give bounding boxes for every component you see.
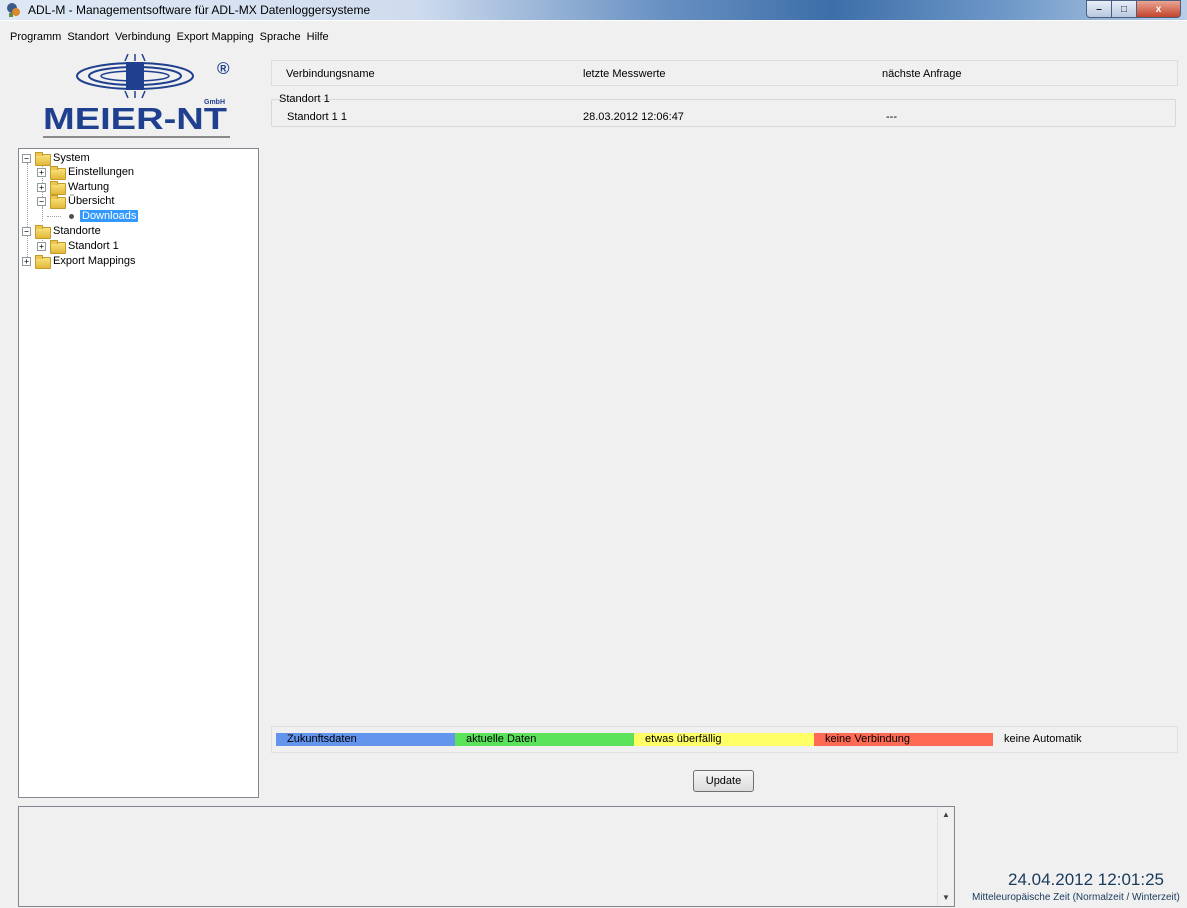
legend-future-data: Zukunftsdaten: [276, 733, 455, 746]
folder-icon: [35, 225, 51, 239]
expand-icon[interactable]: +: [22, 256, 31, 266]
expand-icon[interactable]: +: [37, 182, 46, 192]
menu-export-mapping[interactable]: Export Mapping: [175, 32, 256, 44]
cell-next-request: ---: [886, 111, 897, 123]
status-legend: Zukunftsdaten aktuelle Daten etwas überf…: [271, 726, 1178, 753]
column-header-name[interactable]: Verbindungsname: [286, 68, 375, 80]
menu-sprache[interactable]: Sprache: [258, 32, 303, 44]
column-header-next-request[interactable]: nächste Anfrage: [882, 68, 962, 80]
expand-icon[interactable]: +: [37, 241, 46, 251]
menu-bar: Programm Standort Verbindung Export Mapp…: [0, 20, 1187, 44]
tree-item-uebersicht[interactable]: − Übersicht: [37, 194, 115, 209]
tree-label: Standort 1: [68, 240, 119, 252]
folder-icon: [50, 166, 66, 180]
menu-standort[interactable]: Standort: [65, 32, 111, 44]
legend-no-connection: keine Verbindung: [814, 733, 993, 746]
registered-mark: ®: [217, 59, 230, 78]
update-button[interactable]: Update: [693, 770, 754, 792]
table-row[interactable]: Standort 1 1 28.03.2012 12:06:47 ---: [272, 106, 1175, 126]
folder-icon: [50, 195, 66, 209]
tree-item-wartung[interactable]: + Wartung: [37, 180, 110, 195]
legend-current-data: aktuelle Daten: [455, 733, 634, 746]
menu-hilfe[interactable]: Hilfe: [305, 32, 331, 44]
table-header: Verbindungsname letzte Messwerte nächste…: [271, 60, 1178, 86]
tree-item-system[interactable]: − System: [22, 151, 90, 166]
tree-item-einstellungen[interactable]: + Einstellungen: [37, 165, 135, 180]
log-textarea[interactable]: ▲ ▼: [18, 806, 955, 907]
legend-no-automatic: keine Automatik: [1004, 733, 1082, 745]
tree-item-export-mappings[interactable]: + Export Mappings: [22, 254, 136, 269]
collapse-icon[interactable]: −: [22, 153, 31, 163]
folder-icon: [50, 181, 66, 195]
tree-label: System: [53, 152, 90, 164]
title-bar: ADL-M - Managementsoftware für ADL-MX Da…: [0, 0, 1187, 20]
folder-icon: [35, 255, 51, 269]
group-label: Standort 1: [279, 93, 330, 105]
close-button[interactable]: x: [1137, 0, 1181, 18]
vertical-scrollbar[interactable]: ▲ ▼: [937, 807, 954, 906]
tree-label: Wartung: [68, 181, 110, 193]
tree-label: Standorte: [53, 225, 101, 237]
scroll-down-icon[interactable]: ▼: [938, 890, 954, 906]
logo-brand: MEIER-NT: [43, 101, 227, 136]
meier-nt-logo: ® GmbH MEIER-NT: [43, 54, 230, 138]
menu-verbindung[interactable]: Verbindung: [113, 32, 173, 44]
tree-label: Übersicht: [68, 195, 115, 207]
folder-icon: [35, 152, 51, 166]
minimize-button[interactable]: –: [1086, 0, 1112, 18]
tree-label-selected: Downloads: [80, 210, 139, 222]
bullet-icon: [69, 213, 74, 219]
navigation-tree: − System + Einstellungen + Wartung − Übe…: [18, 148, 259, 798]
timezone-label: Mitteleuropäische Zeit (Normalzeit / Win…: [972, 892, 1180, 903]
legend-slightly-overdue: etwas überfällig: [634, 733, 814, 746]
column-header-last-values[interactable]: letzte Messwerte: [583, 68, 666, 80]
tree-item-standorte[interactable]: − Standorte: [22, 224, 101, 239]
folder-icon: [50, 240, 66, 254]
tree-item-standort-1[interactable]: + Standort 1: [37, 239, 119, 254]
tree-item-downloads[interactable]: Downloads: [67, 209, 139, 223]
current-datetime: 24.04.2012 12:01:25: [1008, 870, 1164, 889]
cell-last-values: 28.03.2012 12:06:47: [583, 111, 684, 123]
menu-programm[interactable]: Programm: [8, 32, 63, 44]
expand-icon[interactable]: +: [37, 167, 46, 177]
scroll-up-icon[interactable]: ▲: [938, 807, 954, 823]
cell-name: Standort 1 1: [287, 111, 347, 123]
app-icon: [7, 3, 20, 17]
tree-label: Export Mappings: [53, 255, 136, 267]
window-title: ADL-M - Managementsoftware für ADL-MX Da…: [28, 3, 371, 17]
collapse-icon[interactable]: −: [37, 196, 46, 206]
tree-label: Einstellungen: [68, 166, 135, 178]
maximize-button[interactable]: □: [1112, 0, 1137, 18]
collapse-icon[interactable]: −: [22, 226, 31, 236]
